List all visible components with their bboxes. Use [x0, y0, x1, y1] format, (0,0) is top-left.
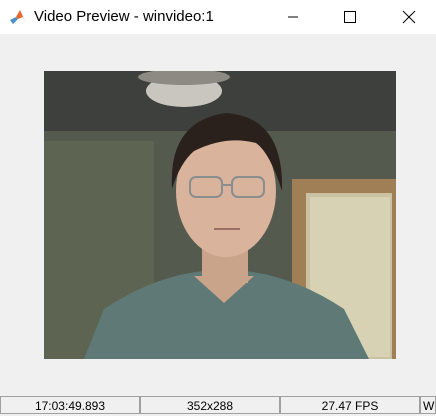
minimize-icon	[288, 16, 298, 18]
extra-status-field: W	[420, 396, 436, 414]
webcam-frame	[44, 71, 396, 359]
maximize-button[interactable]	[327, 0, 373, 34]
status-bar: 17:03:49.893 352x288 27.47 FPS W	[0, 395, 436, 416]
timestamp-field: 17:03:49.893	[0, 396, 140, 414]
frame-rate-field: 27.47 FPS	[280, 396, 420, 414]
minimize-button[interactable]	[270, 0, 316, 34]
close-icon	[402, 10, 416, 24]
matlab-icon	[9, 8, 27, 26]
resolution-field: 352x288	[140, 396, 280, 414]
video-preview	[44, 71, 396, 359]
window-title: Video Preview - winvideo:1	[34, 8, 214, 25]
maximize-icon	[344, 11, 356, 23]
title-bar[interactable]: Video Preview - winvideo:1	[0, 0, 436, 34]
close-button[interactable]	[386, 0, 432, 34]
